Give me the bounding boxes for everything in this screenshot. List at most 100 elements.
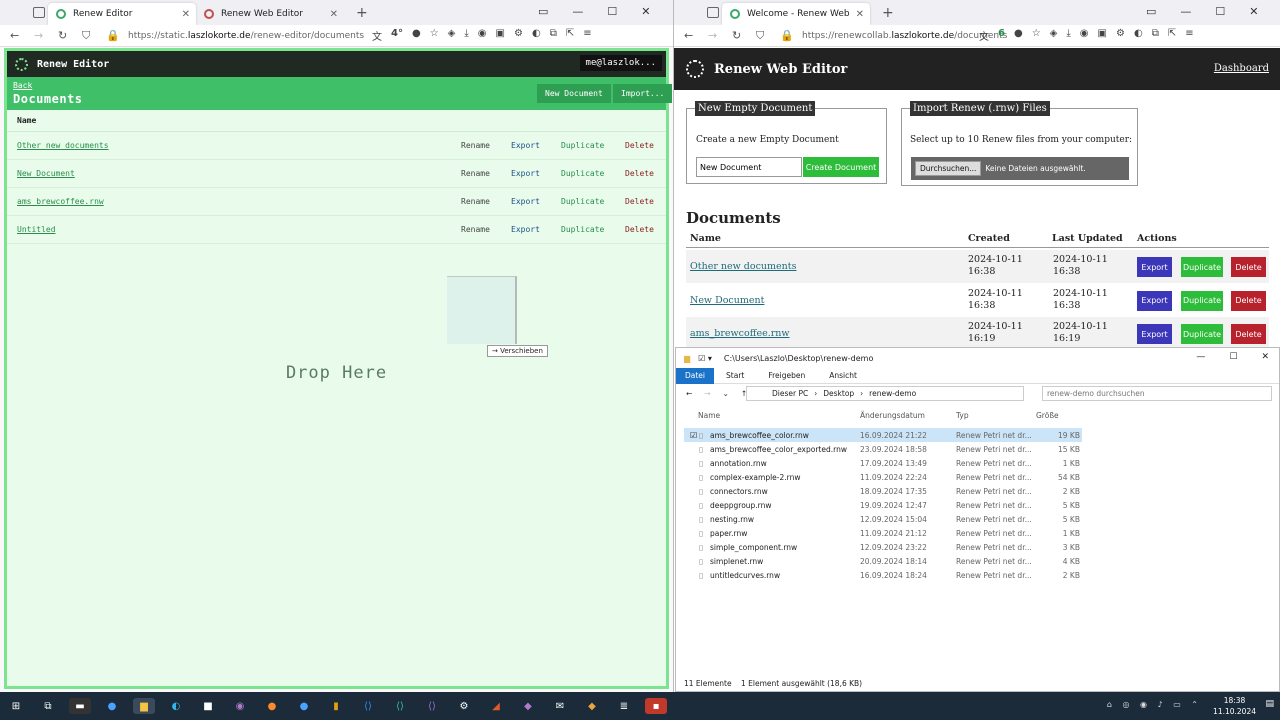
file-row[interactable]: ▯ complex-example-2.rnw 11.09.2024 22:24… <box>684 470 1082 484</box>
new-document-button[interactable]: New Document <box>537 84 611 103</box>
download-icon[interactable]: ⤓ <box>464 28 468 43</box>
close-window-icon[interactable]: ✕ <box>1261 352 1269 362</box>
close-window-icon[interactable]: ✕ <box>641 5 650 18</box>
rename-button[interactable]: Rename <box>461 141 490 150</box>
reload-icon[interactable]: ↻ <box>58 29 72 42</box>
export-button[interactable]: Export <box>511 169 540 178</box>
back-link[interactable]: Back <box>13 81 32 90</box>
app-icon[interactable]: ◆ <box>517 698 539 714</box>
url-field[interactable]: https://renewcollab.laszlokorte.de/docum… <box>802 31 1007 41</box>
close-tab-icon[interactable]: ✕ <box>182 9 190 20</box>
document-link[interactable]: ams_brewcoffee.rnw <box>17 197 104 206</box>
crumb[interactable]: Dieser PC <box>772 389 808 398</box>
file-row[interactable]: ▯ untitledcurves.rnw 16.09.2024 18:24 Re… <box>684 568 1082 582</box>
app-icon[interactable]: ◆ <box>581 698 603 714</box>
import-button[interactable]: Import... <box>613 84 673 103</box>
system-tray-icons[interactable]: ⌂ ◎ ◉ ♪ ▭ ⌃ <box>1107 700 1202 709</box>
duplicate-button[interactable]: Duplicate <box>561 141 604 150</box>
app-icon[interactable]: ▪ <box>645 698 667 714</box>
vscode-icon[interactable]: ⟨⟩ <box>357 698 379 714</box>
duplicate-button[interactable]: Duplicate <box>561 225 604 234</box>
export-button[interactable]: Export <box>1137 257 1172 277</box>
app-icon[interactable]: ⟨⟩ <box>389 698 411 714</box>
delete-button[interactable]: Delete <box>625 141 654 150</box>
list-all-tabs-icon[interactable]: ▭ <box>538 5 548 18</box>
app-icon[interactable]: ▮ <box>325 698 347 714</box>
export-button[interactable]: Export <box>1137 324 1172 344</box>
ribbon-tab-start[interactable]: Start <box>714 371 756 380</box>
extension-badge[interactable]: 4° <box>391 28 403 43</box>
translate-icon[interactable]: 文 <box>979 28 989 43</box>
bookmark-star-icon[interactable]: ☆ <box>430 28 439 43</box>
up-icon[interactable]: ↑ <box>741 389 747 398</box>
extension-icon[interactable]: ◉ <box>478 28 487 43</box>
delete-button[interactable]: Delete <box>1231 257 1266 277</box>
minimize-icon[interactable]: — <box>572 5 583 18</box>
search-input[interactable]: renew-demo durchsuchen <box>1042 386 1272 401</box>
menu-icon[interactable]: ≡ <box>583 28 591 43</box>
export-button[interactable]: Export <box>511 197 540 206</box>
extension-icon[interactable]: ◐ <box>1134 28 1143 43</box>
extensions-puzzle-icon[interactable]: ⧉ <box>1152 28 1159 43</box>
delete-button[interactable]: Delete <box>625 169 654 178</box>
drop-zone[interactable]: Drop Here <box>7 363 666 383</box>
crumb[interactable]: renew-demo <box>869 389 916 398</box>
user-badge[interactable]: me@laszlok... <box>579 55 662 71</box>
duplicate-button[interactable]: Duplicate <box>1181 257 1223 277</box>
extension-icon[interactable]: ◈ <box>448 28 456 43</box>
back-icon[interactable]: ← <box>684 29 698 42</box>
delete-button[interactable]: Delete <box>625 225 654 234</box>
duplicate-button[interactable]: Duplicate <box>561 169 604 178</box>
tab-welcome[interactable]: Welcome - Renew Web ✕ <box>722 3 870 25</box>
maximize-icon[interactable]: ☐ <box>607 5 617 18</box>
new-tab-icon[interactable]: + <box>882 5 894 21</box>
url-field[interactable]: https://static.laszlokorte.de/renew-edit… <box>128 31 364 41</box>
delete-button[interactable]: Delete <box>1231 324 1266 344</box>
ribbon-tab-ansicht[interactable]: Ansicht <box>817 371 869 380</box>
file-row[interactable]: ▯ paper.rnw 11.09.2024 21:12 Renew Petri… <box>684 526 1082 540</box>
file-row[interactable]: ▯ annotation.rnw 17.09.2024 13:49 Renew … <box>684 456 1082 470</box>
col-header-size[interactable]: Größe <box>1036 411 1059 420</box>
close-tab-icon[interactable]: ✕ <box>330 9 338 20</box>
quick-access-icon[interactable]: ☑ ▾ <box>698 354 712 363</box>
app-icon[interactable]: ◉ <box>229 698 251 714</box>
ribbon-tab-datei[interactable]: Datei <box>676 367 715 384</box>
minimize-icon[interactable]: — <box>1180 5 1191 18</box>
file-input[interactable]: Durchsuchen... Keine Dateien ausgewählt. <box>911 157 1129 180</box>
extension-icon[interactable]: ▣ <box>1098 28 1107 43</box>
app-icon[interactable]: ⚙ <box>453 698 475 714</box>
document-link[interactable]: New Document <box>690 295 764 306</box>
minimize-icon[interactable]: — <box>1196 352 1205 362</box>
share-icon[interactable]: ⇱ <box>566 28 574 43</box>
export-button[interactable]: Export <box>1137 290 1172 311</box>
extension-icon[interactable]: ● <box>1014 28 1023 43</box>
tab-renew-web-editor[interactable]: Renew Web Editor ✕ <box>196 3 344 25</box>
app-icon[interactable]: ■ <box>197 698 219 714</box>
tab-overview-icon[interactable] <box>33 7 45 18</box>
export-button[interactable]: Export <box>511 225 540 234</box>
shield-icon[interactable]: ⛉ <box>756 29 770 43</box>
extension-icon[interactable]: ● <box>412 28 421 43</box>
mail-icon[interactable]: ✉ <box>549 698 571 714</box>
file-row[interactable]: ▯ ams_brewcoffee_color_exported.rnw 23.0… <box>684 442 1082 456</box>
visual-studio-icon[interactable]: ⟨⟩ <box>421 698 443 714</box>
document-link[interactable]: ams_brewcoffee.rnw <box>690 328 790 339</box>
close-window-icon[interactable]: ✕ <box>1249 5 1258 18</box>
bookmark-star-icon[interactable]: ☆ <box>1032 28 1041 43</box>
rename-button[interactable]: Rename <box>461 169 490 178</box>
file-row[interactable]: ▯ simple_component.rnw 12.09.2024 23:22 … <box>684 540 1082 554</box>
delete-button[interactable]: Delete <box>1231 290 1266 311</box>
download-icon[interactable]: ⤓ <box>1066 28 1070 43</box>
extensions-puzzle-icon[interactable]: ⧉ <box>550 28 557 43</box>
app-icon[interactable]: ◢ <box>485 698 507 714</box>
tab-renew-editor[interactable]: Renew Editor ✕ <box>48 3 196 25</box>
document-link[interactable]: Other new documents <box>17 141 109 150</box>
file-row[interactable]: ▯ deeppgroup.rnw 19.09.2024 12:47 Renew … <box>684 498 1082 512</box>
task-view-icon[interactable]: ⧉ <box>37 698 59 714</box>
document-link[interactable]: Other new documents <box>690 261 796 272</box>
close-tab-icon[interactable]: ✕ <box>856 9 864 20</box>
app-icon[interactable]: ● <box>293 698 315 714</box>
checkbox-icon[interactable]: ☑ <box>690 431 697 440</box>
app-icon[interactable]: ▬ <box>69 698 91 714</box>
duplicate-button[interactable]: Duplicate <box>1181 324 1223 344</box>
